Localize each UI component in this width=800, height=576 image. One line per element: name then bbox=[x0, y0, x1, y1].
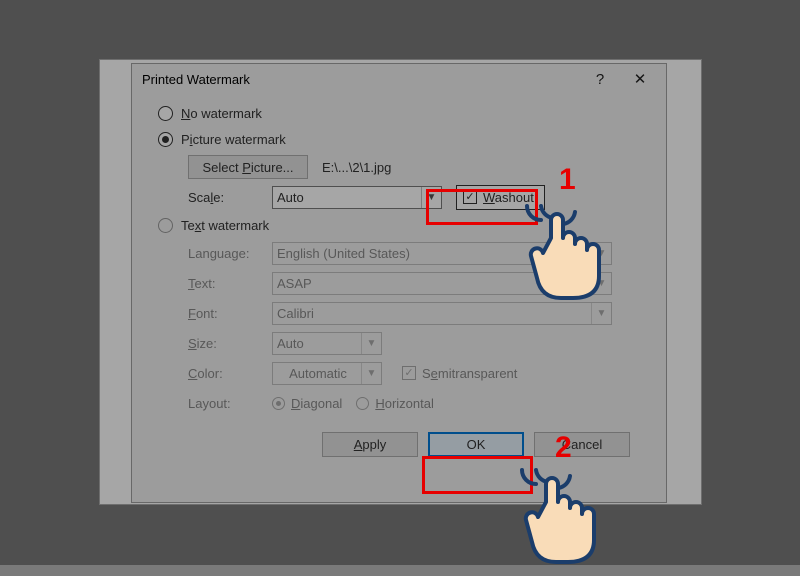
apply-button[interactable]: Apply bbox=[322, 432, 418, 457]
size-label: Size: bbox=[188, 336, 272, 351]
checkbox-checked-icon: ✓ bbox=[463, 190, 477, 204]
scale-value: Auto bbox=[277, 190, 304, 205]
layout-horizontal-label: Horizontal bbox=[375, 396, 434, 411]
chevron-down-icon: ▼ bbox=[361, 333, 381, 354]
text-combo: ASAP ▼ bbox=[272, 272, 612, 295]
radio-unchecked-icon bbox=[356, 397, 369, 410]
cancel-button[interactable]: Cancel bbox=[534, 432, 630, 457]
picture-watermark-option[interactable]: Picture watermark bbox=[158, 126, 648, 152]
language-combo: English (United States) ▼ bbox=[272, 242, 612, 265]
color-combo: Automatic ▼ bbox=[272, 362, 382, 385]
chevron-down-icon: ▼ bbox=[421, 187, 441, 208]
scale-label: Scale: bbox=[188, 190, 272, 205]
font-label: Font: bbox=[188, 306, 272, 321]
text-label: Text: bbox=[188, 276, 272, 291]
radio-checked-icon bbox=[158, 132, 173, 147]
size-combo: Auto ▼ bbox=[272, 332, 382, 355]
size-value: Auto bbox=[277, 336, 304, 351]
help-button[interactable]: ? bbox=[580, 65, 620, 93]
radio-checked-icon bbox=[272, 397, 285, 410]
help-icon: ? bbox=[596, 71, 604, 88]
layout-diagonal-label: Diagonal bbox=[291, 396, 342, 411]
ok-button[interactable]: OK bbox=[428, 432, 524, 457]
text-watermark-option[interactable]: Text watermark bbox=[158, 212, 648, 238]
font-combo: Calibri ▼ bbox=[272, 302, 612, 325]
layout-label: Layout: bbox=[188, 396, 272, 411]
font-value: Calibri bbox=[277, 306, 314, 321]
radio-unchecked-icon bbox=[158, 106, 173, 121]
color-value: Automatic bbox=[289, 366, 347, 381]
text-value: ASAP bbox=[277, 276, 312, 291]
color-label: Color: bbox=[188, 366, 272, 381]
close-icon: ✕ bbox=[634, 70, 647, 88]
chevron-down-icon: ▼ bbox=[591, 243, 611, 264]
chevron-down-icon: ▼ bbox=[591, 303, 611, 324]
close-button[interactable]: ✕ bbox=[620, 65, 660, 93]
language-label: Language: bbox=[188, 246, 272, 261]
scale-combo[interactable]: Auto ▼ bbox=[272, 186, 442, 209]
dialog-title: Printed Watermark bbox=[142, 72, 580, 87]
washout-checkbox[interactable]: ✓ Washout bbox=[456, 185, 545, 210]
chevron-down-icon: ▼ bbox=[591, 273, 611, 294]
select-picture-button[interactable]: Select Picture... bbox=[188, 155, 308, 179]
radio-unchecked-icon bbox=[158, 218, 173, 233]
no-watermark-option[interactable]: No watermark bbox=[158, 100, 648, 126]
printed-watermark-dialog: Printed Watermark ? ✕ No watermark Pictu… bbox=[131, 63, 667, 503]
dialog-titlebar: Printed Watermark ? ✕ bbox=[132, 64, 666, 94]
picture-path-label: E:\...\2\1.jpg bbox=[322, 160, 391, 175]
language-value: English (United States) bbox=[277, 246, 410, 261]
checkbox-checked-icon: ✓ bbox=[402, 366, 416, 380]
chevron-down-icon: ▼ bbox=[361, 363, 381, 384]
